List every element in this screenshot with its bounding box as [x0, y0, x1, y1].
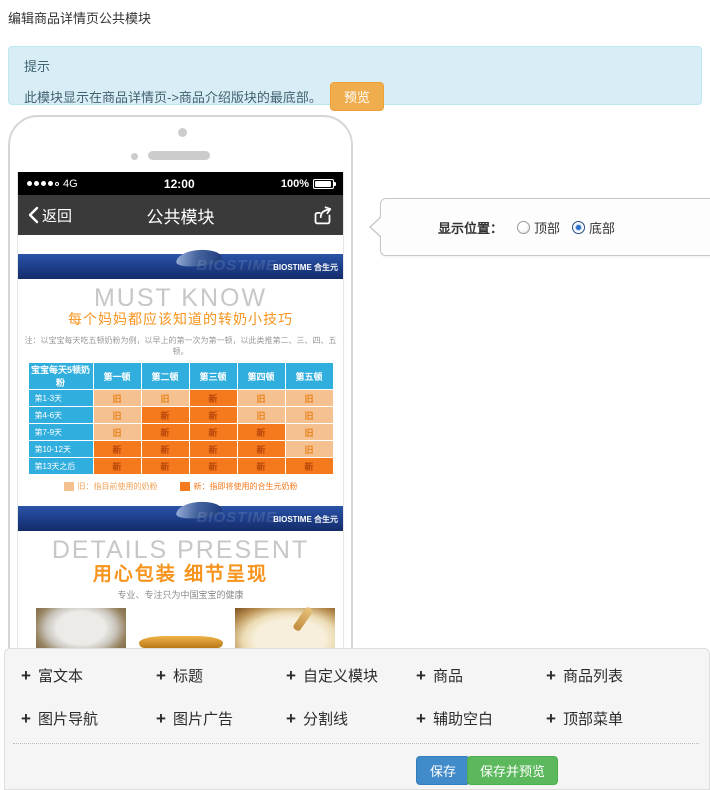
radio-top-icon[interactable]: [517, 221, 530, 234]
plus-icon: +: [546, 668, 556, 683]
chevron-left-icon: [28, 206, 39, 224]
page-title: 编辑商品详情页公共模块: [8, 8, 151, 27]
section1-title-cn: 每个妈妈都应该知道的转奶小技巧: [18, 311, 343, 328]
section1-note: 注：以宝宝每天吃五顿奶粉为例，以早上的第一次为第一顿，以此类推第二、三、四、五顿…: [18, 335, 343, 357]
can-lid: [139, 636, 223, 648]
save-button[interactable]: 保存: [416, 756, 470, 785]
module-add-image-ad[interactable]: +图片广告: [156, 708, 286, 729]
milk-schedule-table: 宝宝每天5顿奶粉 第一顿 第二顿 第三顿 第四顿 第五顿 第1-3天 旧 旧 新: [28, 362, 334, 475]
plus-icon: +: [416, 711, 426, 726]
plus-icon: +: [416, 668, 426, 683]
plus-icon: +: [546, 711, 556, 726]
module-add-product[interactable]: +商品: [416, 665, 546, 686]
table-row: 第4-6天 旧 新 新 旧 旧: [29, 407, 333, 423]
brand-label: BIOSTIME 合生元: [273, 514, 338, 525]
table-row: 第10-12天 新 新 新 新 旧: [29, 441, 333, 457]
plus-icon: +: [156, 668, 166, 683]
legend-old-label: 旧：指目前使用的奶粉: [78, 481, 158, 492]
legend-old-swatch: [64, 482, 74, 491]
battery-percent: 100%: [281, 178, 309, 190]
radio-bottom-icon[interactable]: [572, 221, 585, 234]
edit-common-module-page: 编辑商品详情页公共模块 提示 此模块显示在商品详情页->商品介绍版块的最底部。 …: [0, 0, 710, 790]
share-icon: [312, 205, 333, 226]
ribbon-watermark: BIOSTIME: [196, 257, 277, 274]
section2-subtitle: 专业、专注只为中国宝宝的健康: [18, 588, 343, 601]
toolbar-divider: [13, 743, 699, 744]
plus-icon: +: [286, 668, 296, 683]
module-add-divider[interactable]: +分割线: [286, 708, 416, 729]
module-toolbar: +富文本 +标题 +自定义模块 +商品 +商品列表 +图片导航 +图片广告 +分…: [4, 648, 710, 790]
promo-section-must-know: BIOSTIME BIOSTIME 合生元 MUST KNOW 每个妈妈都应该知…: [18, 254, 343, 492]
plus-icon: +: [21, 668, 31, 683]
scoop-icon: [292, 606, 313, 632]
brand-label: BIOSTIME 合生元: [273, 262, 338, 273]
phone-speaker-icon: [148, 151, 210, 160]
radio-top-label[interactable]: 顶部: [534, 218, 560, 237]
back-button: 返回: [28, 205, 72, 226]
phone-nav-bar: 返回 公共模块: [18, 195, 343, 235]
plus-icon: +: [286, 711, 296, 726]
clock-label: 12:00: [164, 177, 195, 191]
table-row: 第1-3天 旧 旧 新 旧 旧: [29, 390, 333, 406]
section1-title-en: MUST KNOW: [18, 285, 343, 311]
phone-camera-icon: [178, 128, 187, 137]
back-label: 返回: [42, 205, 72, 226]
phone-sensor-icon: [131, 153, 138, 160]
section2-title-cn: 用心包装 细节呈现: [18, 563, 343, 586]
battery-icon: [313, 179, 334, 189]
ribbon-watermark: BIOSTIME: [196, 509, 277, 526]
module-add-product-list[interactable]: +商品列表: [546, 665, 623, 686]
ribbon-banner: BIOSTIME BIOSTIME 合生元: [18, 506, 343, 531]
module-add-custom-module[interactable]: +自定义模块: [286, 665, 416, 686]
phone-preview-frame: 4G 12:00 100% 返回 公共模块: [8, 115, 353, 700]
module-add-top-menu[interactable]: +顶部菜单: [546, 708, 623, 729]
preview-button[interactable]: 预览: [330, 82, 384, 111]
phone-status-bar: 4G 12:00 100%: [18, 172, 343, 195]
module-add-richtext[interactable]: +富文本: [21, 665, 156, 686]
tip-alert: 提示 此模块显示在商品详情页->商品介绍版块的最底部。 预览: [8, 46, 702, 105]
table-legend: 旧：指目前使用的奶粉 新：指即将使用的合生元奶粉: [18, 480, 343, 492]
tip-alert-title: 提示: [24, 56, 686, 75]
table-row: 第13天之后 新 新 新 新 新: [29, 458, 333, 474]
carrier-label: 4G: [63, 178, 78, 190]
tip-alert-body: 此模块显示在商品详情页->商品介绍版块的最底部。: [24, 87, 322, 106]
phone-screen: 4G 12:00 100% 返回 公共模块: [17, 172, 344, 696]
module-add-title[interactable]: +标题: [156, 665, 286, 686]
radio-option-top[interactable]: 顶部: [517, 218, 560, 237]
radio-option-bottom[interactable]: 底部: [572, 218, 615, 237]
radio-bottom-label[interactable]: 底部: [589, 218, 615, 237]
legend-new-label: 新：指即将使用的合生元奶粉: [194, 481, 298, 492]
plus-icon: +: [21, 711, 31, 726]
module-add-image-nav[interactable]: +图片导航: [21, 708, 156, 729]
table-header-row: 宝宝每天5顿奶粉 第一顿 第二顿 第三顿 第四顿 第五顿: [29, 363, 333, 389]
display-position-panel: 显示位置： 顶部 底部: [380, 198, 710, 256]
plus-icon: +: [156, 711, 166, 726]
promo-content: BIOSTIME BIOSTIME 合生元 MUST KNOW 每个妈妈都应该知…: [18, 254, 343, 696]
module-add-blank-space[interactable]: +辅助空白: [416, 708, 546, 729]
signal-dots-icon: [27, 181, 59, 186]
section2-title-en: DETAILS PRESENT: [18, 537, 343, 563]
display-position-label: 显示位置：: [438, 218, 503, 237]
legend-new-swatch: [180, 482, 190, 491]
ribbon-banner: BIOSTIME BIOSTIME 合生元: [18, 254, 343, 279]
save-and-preview-button[interactable]: 保存并预览: [467, 756, 558, 785]
table-row: 第7-9天 旧 新 新 新 旧: [29, 424, 333, 440]
